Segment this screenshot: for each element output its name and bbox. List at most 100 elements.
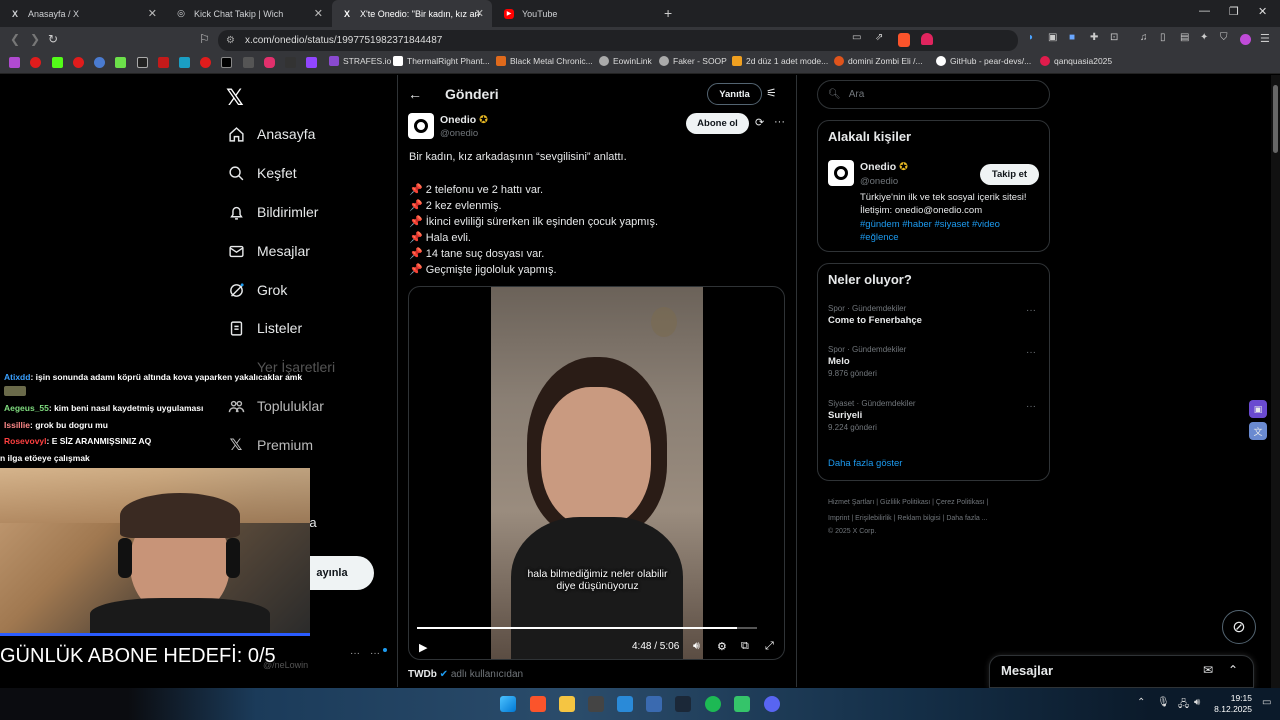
music-icon[interactable]: ♫ [1140, 32, 1148, 43]
brave-shields-icon[interactable] [898, 33, 910, 47]
bookmark-strafes[interactable]: STRAFES.io [329, 56, 391, 66]
bookmark-icon[interactable] [158, 57, 169, 68]
kick-icon[interactable] [52, 57, 63, 68]
volume-icon[interactable]: 🔊︎ [693, 640, 700, 653]
tab-youtube[interactable]: ▶ YouTube [494, 0, 659, 27]
footer-link[interactable]: Daha fazla ... [946, 515, 987, 522]
settings-sliders-icon[interactable]: ⚟ [766, 86, 777, 100]
footer-link[interactable]: Erişilebilirlik [855, 515, 892, 522]
close-icon[interactable]: ✕ [475, 7, 484, 20]
scrollbar[interactable] [1271, 75, 1280, 688]
nav-explore[interactable]: Keşfet [227, 164, 297, 182]
footer-link[interactable]: Imprint [828, 515, 849, 522]
brave-rewards-icon[interactable] [921, 33, 933, 45]
more-icon[interactable]: ··· [1026, 347, 1036, 358]
bookmark-qanquasia[interactable]: qanquasia2025 [1040, 56, 1112, 66]
grok-float-button[interactable]: ⊘ [1222, 610, 1256, 644]
bookmark-eowinlink[interactable]: EowinLink [599, 56, 652, 66]
nav-home[interactable]: Anasayfa [227, 125, 315, 143]
avatar[interactable] [408, 113, 434, 139]
footer-link[interactable]: Gizlilik Politikası [880, 499, 930, 506]
fullscreen-icon[interactable]: ⤢ [765, 640, 774, 653]
app-icon[interactable] [646, 696, 662, 712]
app-icon[interactable] [617, 696, 633, 712]
instagram-icon[interactable] [264, 57, 275, 68]
windows-start-icon[interactable] [500, 696, 516, 712]
brave-icon[interactable] [530, 696, 546, 712]
discord-icon[interactable] [764, 696, 780, 712]
popout-icon[interactable]: ⧉ [741, 640, 749, 653]
nav-messages[interactable]: Mesajlar [227, 242, 310, 260]
tab-onedio[interactable]: X X'te Onedio: "Bir kadın, kız arkad ✕ [332, 0, 492, 27]
close-icon[interactable]: ✕ [148, 7, 157, 20]
more-icon[interactable]: ··· [1026, 401, 1036, 412]
nav-notifications[interactable]: Bildirimler [227, 203, 318, 221]
bookmark-icon[interactable] [285, 57, 296, 68]
site-info-icon[interactable]: ⚙ [226, 35, 235, 46]
footer-link[interactable]: Çerez Politikası [936, 499, 985, 506]
trend-item[interactable]: Spor · Gündemdekiler Melo 9.876 gönderi [828, 345, 906, 378]
vpn-icon[interactable]: ⛉ [1220, 32, 1228, 43]
close-icon[interactable]: ✕ [314, 7, 323, 20]
footer-link[interactable]: Reklam bilgisi [897, 515, 940, 522]
more-icon[interactable]: ··· [350, 648, 360, 659]
nav-premium[interactable]: 𝕏 Premium [227, 436, 313, 454]
scrollbar-thumb[interactable] [1273, 85, 1278, 153]
follow-button[interactable]: Takip et [980, 164, 1039, 185]
extensions-icon[interactable]: ✚ [1090, 32, 1098, 43]
wallet-icon[interactable]: ▤ [1180, 32, 1189, 43]
video-player[interactable]: hala bilmediğimiz neler olabilir diye dü… [408, 286, 785, 660]
settings-icon[interactable]: ⚙ [717, 640, 727, 653]
show-more-link[interactable]: Daha fazla göster [828, 458, 902, 469]
bookmark-domini[interactable]: domini Zombi Eli /... [834, 56, 923, 66]
translate-icon[interactable]: 文 [1249, 422, 1267, 440]
bookmark-thermalright[interactable]: ThermalRight Phant... [393, 56, 490, 66]
app-icon[interactable] [588, 696, 604, 712]
restore-icon[interactable]: ❐ [1229, 5, 1239, 18]
tab-kick-chat[interactable]: ◎ Kick Chat Takip | Wich ✕ [166, 0, 331, 27]
bookmark-faker[interactable]: Faker - SOOP [659, 56, 727, 66]
nav-grok[interactable]: Grok [227, 281, 287, 299]
avatar[interactable] [828, 160, 854, 186]
bookmark-icon[interactable] [115, 57, 126, 68]
bookmark-icon[interactable] [73, 57, 84, 68]
reply-author[interactable]: TWDb [408, 669, 437, 680]
nav-lists[interactable]: Listeler [227, 319, 302, 337]
menu-icon[interactable]: ☰ [1260, 32, 1270, 45]
back-arrow-icon[interactable]: ← [408, 86, 422, 102]
bookmark-black-metal[interactable]: Black Metal Chronic... [496, 56, 593, 66]
x-logo-icon[interactable]: 𝕏 [226, 85, 244, 111]
related-name[interactable]: Onedio ✪ [860, 161, 908, 173]
bookmark-icon[interactable] [179, 57, 190, 68]
x-logo-icon[interactable] [221, 57, 232, 68]
related-hashtags[interactable]: #gündem #haber #siyaset #video #eğlence [860, 218, 1040, 244]
app-icon[interactable] [734, 696, 750, 712]
new-tab-icon[interactable]: + [664, 5, 672, 21]
trend-item[interactable]: Siyaset · Gündemdekiler Suriyeli 9.224 gön… [828, 399, 916, 432]
bookmark-icon[interactable] [94, 57, 105, 68]
bookmark-icon[interactable] [30, 57, 41, 68]
mic-icon[interactable]: 🎙︎ [1157, 697, 1170, 708]
author-handle[interactable]: @onedio [440, 128, 478, 139]
notifications-icon[interactable]: ▭ [1262, 697, 1271, 708]
tiktok-icon[interactable] [137, 57, 148, 68]
grok-icon[interactable]: ⟳ [755, 116, 764, 129]
bookmark-icon[interactable] [9, 57, 20, 68]
author-name[interactable]: Onedio ✪ [440, 114, 488, 126]
related-handle[interactable]: @onedio [860, 176, 898, 187]
steam-icon[interactable] [675, 696, 691, 712]
leo-icon[interactable]: ✦ [1200, 32, 1208, 43]
clock[interactable]: 19:15 8.12.2025 [1214, 693, 1252, 715]
reply-button[interactable]: Yanıtla [707, 83, 762, 105]
bookmark-github[interactable]: GitHub - pear-devs/... [936, 56, 1031, 66]
play-icon[interactable]: ▶ [419, 641, 427, 654]
extension-icon[interactable]: ■ [1069, 32, 1075, 43]
reload-icon[interactable]: ↻ [48, 32, 58, 46]
minimize-icon[interactable]: — [1199, 5, 1210, 17]
search-input[interactable]: 🔍︎ Ara [817, 80, 1050, 109]
footer-link[interactable]: Hizmet Şartları [828, 499, 874, 506]
cast-icon[interactable]: ▭ [852, 32, 861, 43]
volume-icon[interactable]: 🔊︎ [1194, 697, 1200, 708]
account-menu-icon[interactable]: ··· [370, 648, 380, 659]
new-message-icon[interactable]: ✉ [1203, 663, 1213, 677]
